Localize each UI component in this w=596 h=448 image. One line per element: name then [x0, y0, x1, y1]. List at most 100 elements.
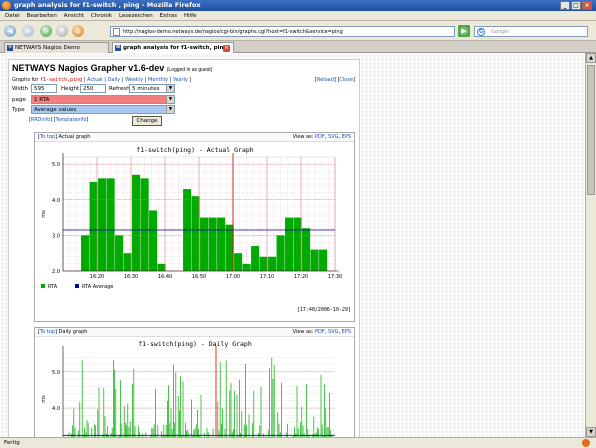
link-monthly[interactable]: Monthly [148, 77, 168, 83]
eps-link[interactable]: EPS [342, 134, 351, 140]
x-tick-label: 16:20 [90, 274, 104, 280]
view-as: View as: PDF, SVG, EPS [292, 329, 351, 335]
refresh-label: Refresh [109, 86, 130, 92]
y-tick-label: 5.0 [52, 162, 60, 168]
window-titlebar[interactable]: graph analysis for f1-switch , ping - Mo… [0, 0, 596, 11]
rta-bar [319, 249, 328, 271]
home-icon[interactable]: ⌂ [72, 25, 84, 37]
close-tab-icon[interactable]: × [223, 45, 230, 52]
reload-icon[interactable]: ↻ [40, 25, 52, 37]
tab-graph-analysis[interactable]: N graph analysis for f1-switch, ping × [112, 42, 234, 53]
svg-link[interactable]: SVG [328, 329, 338, 335]
tab-bar: N NETWAYS Nagios Demo N graph analysis f… [0, 41, 596, 53]
rta-bar [276, 235, 285, 271]
refresh-select[interactable]: 5 minutes ▼ [129, 84, 175, 93]
rta-bar [132, 174, 141, 271]
rta-bar [81, 235, 90, 271]
daily-graph-box: [To top] Daily graph View as: PDF, SVG, … [34, 327, 355, 437]
width-input[interactable]: 595 [31, 84, 57, 93]
y-tick-label: 4.0 [52, 198, 60, 204]
timestamp-label: [17:40/2006-10-29] [297, 307, 351, 313]
tab-netways-demo[interactable]: N NETWAYS Nagios Demo [4, 42, 109, 53]
page-title: NETWAYS Nagios Grapher v1.6-dev (Logged … [12, 63, 212, 73]
navigation-toolbar: ◀ ▶ ↻ ✕ ⌂ http://nagios-demo.netways.de/… [0, 21, 596, 41]
menu-bookmarks[interactable]: Lesezeichen [119, 11, 153, 21]
y-axis-label: ms [41, 210, 47, 218]
type-value: Average values [34, 107, 77, 113]
menu-edit[interactable]: Bearbeiten [27, 11, 57, 21]
scroll-down-icon[interactable]: ▼ [586, 427, 596, 437]
scroll-up-icon[interactable]: ▲ [586, 53, 596, 63]
menu-history[interactable]: Chronik [91, 11, 112, 21]
eps-link[interactable]: EPS [342, 329, 351, 335]
to-top-link[interactable]: To top [40, 134, 55, 140]
close-link[interactable]: Close [339, 77, 353, 83]
chevron-down-icon: ▼ [166, 106, 174, 113]
menu-tools[interactable]: Extras [160, 11, 177, 21]
page-icon [113, 28, 120, 36]
vertical-scrollbar[interactable]: ▲ ▼ [585, 53, 596, 437]
change-button[interactable]: Change [132, 116, 162, 126]
view-as: View as: PDF, SVG, EPS [292, 134, 351, 140]
rta-bar [268, 256, 277, 271]
graph-caption: Daily graph [58, 329, 88, 335]
chart-title: f1-switch(ping) - Daily Graph [138, 340, 252, 348]
rta-bar [191, 196, 200, 271]
rta-bar [98, 178, 107, 271]
templateinfo-link[interactable]: Templateinfo [56, 118, 87, 123]
reload-link[interactable]: Reload [317, 77, 334, 83]
close-icon[interactable]: × [582, 1, 592, 10]
rta-bar [123, 253, 132, 271]
link-actual[interactable]: Actual [87, 77, 103, 83]
rta-bar [115, 235, 124, 271]
x-tick-label: 16:30 [124, 274, 138, 280]
app-title: NETWAYS Nagios Grapher v1.6-dev [12, 63, 165, 73]
rta-bar [157, 263, 166, 271]
x-tick-label: 17:20 [294, 274, 308, 280]
pdf-link[interactable]: PDF [315, 134, 325, 140]
to-top-link[interactable]: To top [40, 329, 55, 335]
y-axis-label: ms [41, 395, 47, 403]
page-label: page [12, 97, 26, 103]
stop-icon[interactable]: ✕ [56, 25, 68, 37]
minimize-icon[interactable]: _ [560, 1, 570, 10]
page-select[interactable]: 1 RTA ▼ [31, 95, 175, 104]
actual-graph-box: [To top] Actual graph View as: PDF, SVG,… [34, 132, 355, 322]
tab-label: NETWAYS Nagios Demo [15, 45, 80, 51]
legend-swatch-rta-average [75, 284, 79, 288]
x-tick-label: 17:10 [260, 274, 274, 280]
url-input[interactable]: http://nagios-demo.netways.de/nagios/cgi… [110, 26, 455, 37]
url-text: http://nagios-demo.netways.de/nagios/cgi… [123, 29, 343, 35]
height-input[interactable]: 250 [80, 84, 106, 93]
menu-help[interactable]: Hilfe [184, 11, 197, 21]
menu-view[interactable]: Ansicht [64, 11, 84, 21]
view-as-label: View as: [292, 134, 314, 140]
chevron-down-icon: ▼ [166, 96, 174, 103]
rta-bar [293, 217, 302, 271]
type-select[interactable]: Average values ▼ [31, 105, 175, 114]
window-title: graph analysis for f1-switch , ping - Mo… [14, 1, 201, 9]
svg-link[interactable]: SVG [328, 134, 338, 140]
rta-bar [302, 228, 311, 271]
x-tick-label: 16:50 [192, 274, 206, 280]
forward-icon[interactable]: ▶ [22, 25, 34, 37]
link-weekly[interactable]: Weekly [125, 77, 143, 83]
scroll-thumb[interactable] [587, 65, 595, 195]
legend-label-rta: RTA [48, 284, 58, 290]
rrdinfo-link[interactable]: RRDinfo [31, 118, 50, 123]
link-daily[interactable]: Daily [108, 77, 121, 83]
pdf-link[interactable]: PDF [315, 329, 325, 335]
rta-bar [310, 249, 319, 271]
x-tick-label: 17:30 [328, 274, 342, 280]
go-button[interactable]: ▶ [458, 25, 470, 37]
back-icon[interactable]: ◀ [4, 25, 16, 37]
maximize-icon[interactable]: □ [571, 1, 581, 10]
link-yearly[interactable]: Yearly [173, 77, 188, 83]
type-label: Type [12, 107, 25, 113]
search-input[interactable]: G Google [474, 26, 588, 37]
menu-file[interactable]: Datei [5, 11, 20, 21]
rta-bar [106, 178, 115, 271]
login-note: (Logged in as guest) [166, 67, 213, 73]
rta-bar [89, 181, 98, 271]
rta-bar [217, 217, 226, 271]
